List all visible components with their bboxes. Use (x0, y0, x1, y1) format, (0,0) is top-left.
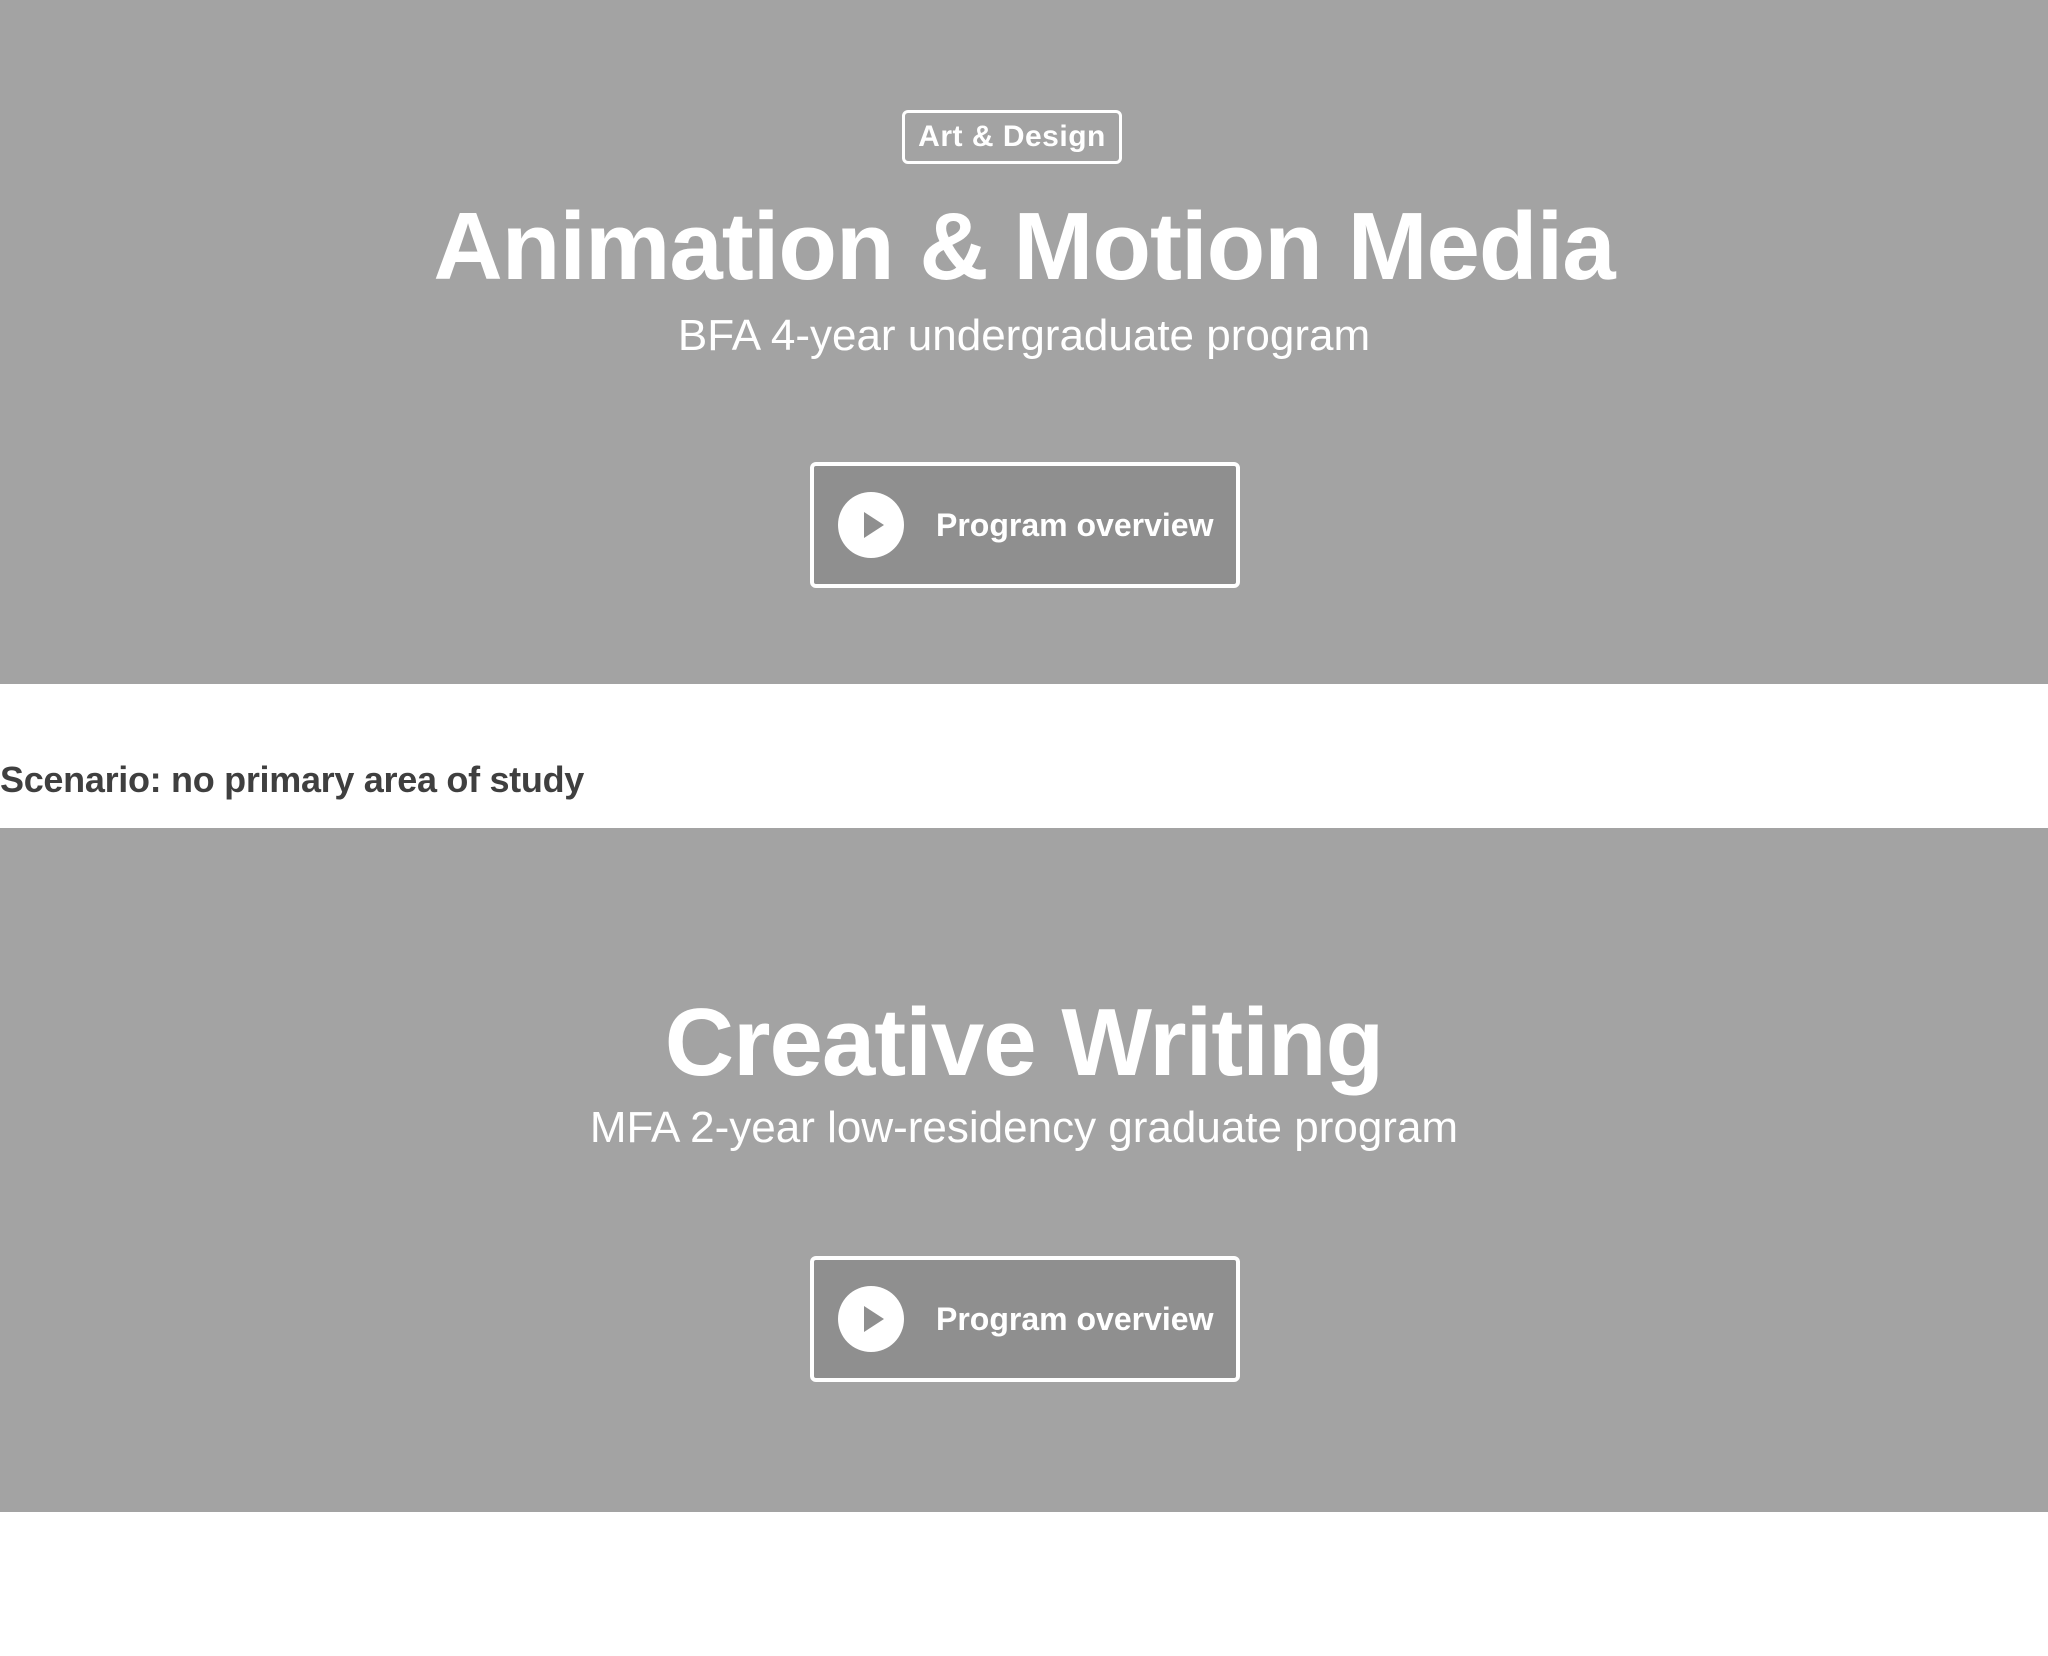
program-title: Creative Writing (664, 989, 1384, 1096)
area-of-study-tag: Art & Design (902, 110, 1122, 164)
scenario-heading: Scenario: no primary area of study (0, 759, 584, 800)
program-hero-animation: Art & Design Animation & Motion Media BF… (0, 0, 2048, 684)
program-overview-label: Program overview (936, 1301, 1214, 1337)
program-subtitle: MFA 2-year low-residency graduate progra… (589, 1103, 1459, 1152)
program-subtitle: BFA 4-year undergraduate program (677, 311, 1371, 360)
program-title: Animation & Motion Media (433, 193, 1615, 300)
program-overview-button[interactable]: Program overview (810, 1256, 1240, 1382)
program-hero-creative-writing: Creative Writing MFA 2-year low-residenc… (0, 828, 2048, 1512)
program-overview-button[interactable]: Program overview (810, 462, 1240, 588)
play-icon (838, 1286, 904, 1352)
play-icon (838, 492, 904, 558)
program-overview-label: Program overview (936, 507, 1214, 543)
